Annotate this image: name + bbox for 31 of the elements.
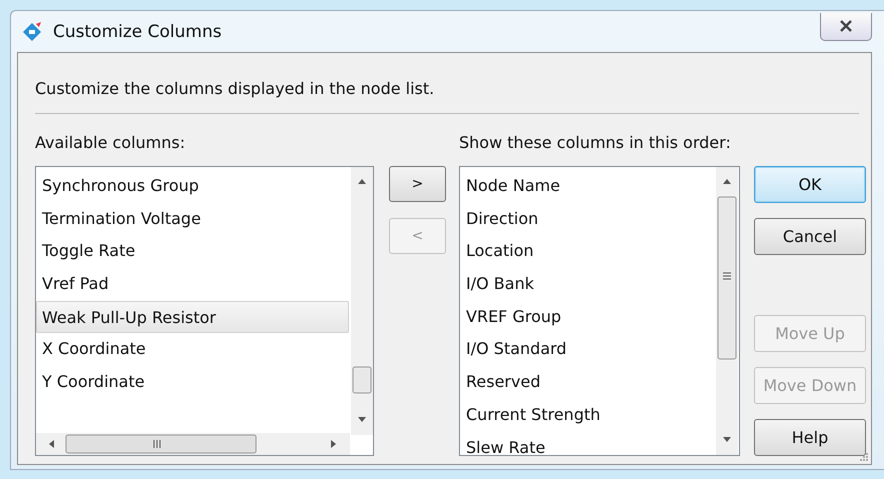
list-item[interactable]: Slew Rate: [460, 432, 715, 455]
close-icon: [838, 19, 854, 33]
list-item[interactable]: Reserved: [460, 366, 715, 399]
list-item[interactable]: X Coordinate: [36, 333, 349, 366]
list-item[interactable]: Vref Pad: [36, 268, 349, 301]
list-item[interactable]: Termination Voltage: [36, 202, 349, 236]
available-columns-label: Available columns:: [35, 133, 186, 154]
list-item[interactable]: VREF Group: [460, 300, 715, 334]
list-item[interactable]: Y Coordinate: [36, 366, 349, 399]
vertical-scrollbar[interactable]: [716, 167, 738, 455]
vertical-scrollbar[interactable]: [351, 167, 373, 435]
list-item[interactable]: Location: [460, 235, 715, 268]
resize-grip-icon: [859, 452, 869, 462]
list-item[interactable]: Current Strength: [460, 398, 715, 432]
list-item[interactable]: I/O Bank: [460, 268, 715, 301]
list-item[interactable]: Node Name: [460, 170, 715, 203]
description-text: Customize the columns displayed in the node list.: [35, 79, 436, 100]
close-button[interactable]: [820, 12, 872, 40]
list-item[interactable]: Weak Pull-Up Resistor: [36, 300, 349, 334]
dialog-button[interactable]: Cancel: [754, 218, 866, 255]
dialog-button[interactable]: OK: [754, 166, 866, 203]
shown-columns-label: Show these columns in this order:: [459, 133, 732, 154]
list-item[interactable]: Toggle Rate: [36, 235, 349, 268]
list-item[interactable]: Direction: [460, 202, 715, 236]
window-title: Customize Columns: [53, 22, 223, 42]
move-column-button[interactable]: >: [389, 166, 446, 202]
list-item[interactable]: I/O Standard: [460, 333, 715, 366]
dialog-button[interactable]: Help: [754, 419, 866, 456]
diamond-app-icon: [21, 20, 43, 42]
horizontal-scrollbar[interactable]: [36, 433, 350, 455]
list-item[interactable]: Synchronous Group: [36, 170, 349, 203]
